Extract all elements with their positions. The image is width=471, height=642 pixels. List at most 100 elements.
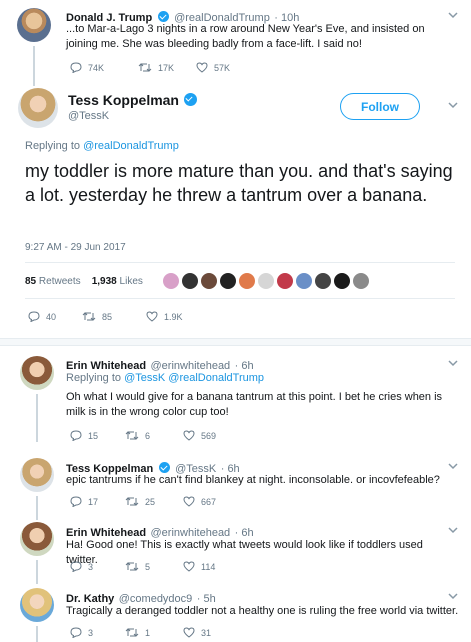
liker-avatar[interactable] bbox=[182, 273, 198, 289]
chevron-down-icon[interactable] bbox=[448, 461, 458, 471]
reply-icon bbox=[70, 430, 82, 441]
heart-icon bbox=[146, 311, 158, 322]
retweet-icon bbox=[125, 628, 139, 637]
liker-avatar[interactable] bbox=[334, 273, 350, 289]
follow-label: Follow bbox=[361, 99, 399, 114]
reply-button[interactable]: 3 bbox=[70, 627, 125, 638]
retweet-button[interactable]: 85 bbox=[82, 311, 146, 322]
tweet-text: epic tantrums if he can't find blankey a… bbox=[66, 474, 440, 486]
chevron-down-icon[interactable] bbox=[448, 100, 458, 110]
liker-avatar[interactable] bbox=[353, 273, 369, 289]
retweet-button[interactable]: 6 bbox=[125, 430, 183, 441]
verified-icon bbox=[158, 462, 170, 473]
reply-count: 3 bbox=[88, 561, 94, 572]
tweet-timestamp[interactable]: 9:27 AM - 29 Jun 2017 bbox=[25, 242, 126, 253]
retweet-count: 6 bbox=[145, 430, 151, 441]
liker-avatar[interactable] bbox=[296, 273, 312, 289]
reply-count: 40 bbox=[46, 311, 57, 322]
like-button[interactable]: 31 bbox=[183, 627, 211, 638]
reply-button[interactable]: 15 bbox=[70, 430, 125, 441]
liker-avatar[interactable] bbox=[220, 273, 236, 289]
chevron-down-icon[interactable] bbox=[448, 525, 458, 535]
retweet-count: 5 bbox=[145, 561, 151, 572]
main-tweet-text: my toddler is more mature than you. and … bbox=[25, 161, 453, 205]
liker-avatar[interactable] bbox=[201, 273, 217, 289]
avatar-dr-kathy[interactable] bbox=[20, 588, 54, 622]
replying-to-link[interactable]: @TessK @realDonaldTrump bbox=[124, 372, 264, 384]
chevron-down-icon[interactable] bbox=[448, 358, 458, 368]
reply-count: 74K bbox=[88, 62, 105, 73]
retweet-button[interactable]: 5 bbox=[125, 561, 183, 572]
chevron-down-icon[interactable] bbox=[448, 591, 458, 601]
liker-avatar[interactable] bbox=[163, 273, 179, 289]
reply-icon bbox=[70, 561, 82, 572]
reply-button[interactable]: 3 bbox=[70, 561, 125, 572]
liker-avatar[interactable] bbox=[239, 273, 255, 289]
like-button[interactable]: 569 bbox=[183, 430, 216, 441]
retweet-icon bbox=[138, 63, 152, 72]
verified-icon bbox=[184, 93, 198, 106]
like-button[interactable]: 114 bbox=[183, 561, 215, 572]
author-name[interactable]: Tess Koppelman bbox=[68, 92, 179, 108]
reply-actions: 15 6 569 bbox=[70, 430, 216, 441]
follow-button[interactable]: Follow bbox=[340, 93, 420, 120]
like-count: 1.9K bbox=[164, 311, 183, 322]
main-author-name: Tess Koppelman bbox=[68, 92, 198, 110]
reply-button[interactable]: 17 bbox=[70, 496, 125, 507]
like-button[interactable]: 57K bbox=[196, 62, 230, 73]
avatar-erin[interactable] bbox=[20, 522, 54, 556]
retweet-icon bbox=[82, 312, 96, 321]
reply-actions: 3 1 31 bbox=[70, 627, 211, 638]
replying-prefix: Replying to bbox=[25, 140, 84, 152]
avatar-trump[interactable] bbox=[17, 8, 51, 42]
avatar-tess[interactable] bbox=[20, 458, 54, 492]
reply-icon bbox=[70, 496, 82, 507]
retweet-icon bbox=[125, 562, 139, 571]
liker-avatar[interactable] bbox=[258, 273, 274, 289]
thread-line bbox=[36, 394, 38, 442]
liker-avatar[interactable] bbox=[277, 273, 293, 289]
thread-line bbox=[36, 626, 38, 642]
reply-actions: 3 5 114 bbox=[70, 561, 215, 572]
reply-icon bbox=[28, 311, 40, 322]
likes-stat[interactable]: 1,938 Likes bbox=[92, 276, 143, 287]
engagement-stats: 85 Retweets 1,938 Likes bbox=[25, 276, 143, 287]
reply-button[interactable]: 40 bbox=[28, 311, 82, 322]
avatar-tess[interactable] bbox=[18, 88, 58, 128]
tweet-text: Tragically a deranged toddler not a heal… bbox=[66, 605, 459, 617]
replying-to-link[interactable]: @realDonaldTrump bbox=[83, 140, 179, 152]
like-count: 114 bbox=[201, 561, 216, 572]
liker-avatar[interactable] bbox=[315, 273, 331, 289]
like-count: 57K bbox=[214, 62, 231, 73]
replying-to: Replying to @realDonaldTrump bbox=[25, 140, 179, 152]
main-actions: 40 85 1.9K bbox=[28, 311, 183, 322]
tweet-text: ...to Mar-a-Lago 3 nights in a row aroun… bbox=[66, 23, 425, 50]
author-name[interactable]: Erin Whitehead bbox=[66, 360, 146, 372]
like-button[interactable]: 1.9K bbox=[146, 311, 183, 322]
retweet-button[interactable]: 25 bbox=[125, 496, 183, 507]
reply-count: 17 bbox=[88, 496, 99, 507]
retweet-icon bbox=[125, 497, 139, 506]
heart-icon bbox=[183, 496, 195, 507]
author-handle[interactable]: @TessK bbox=[68, 110, 109, 122]
tweet-time[interactable]: 6h bbox=[241, 360, 253, 372]
avatar-erin[interactable] bbox=[20, 356, 54, 390]
like-button[interactable]: 667 bbox=[183, 496, 216, 507]
reply-count: 3 bbox=[88, 627, 94, 638]
heart-icon bbox=[183, 627, 195, 638]
author-handle[interactable]: @erinwhitehead bbox=[151, 360, 231, 372]
retweet-button[interactable]: 1 bbox=[125, 627, 183, 638]
reply-button[interactable]: 74K bbox=[70, 62, 138, 73]
divider bbox=[25, 298, 455, 299]
likers-avatars bbox=[163, 273, 369, 289]
chevron-down-icon[interactable] bbox=[448, 10, 458, 20]
divider bbox=[25, 262, 455, 263]
heart-icon bbox=[183, 561, 195, 572]
retweet-button[interactable]: 17K bbox=[138, 62, 196, 73]
retweets-stat[interactable]: 85 Retweets bbox=[25, 276, 81, 287]
section-separator bbox=[0, 338, 471, 346]
like-count: 667 bbox=[201, 496, 217, 507]
replying-to: Replying to @TessK @realDonaldTrump bbox=[66, 372, 264, 384]
reply-count: 15 bbox=[88, 430, 99, 441]
retweet-count: 1 bbox=[145, 627, 151, 638]
